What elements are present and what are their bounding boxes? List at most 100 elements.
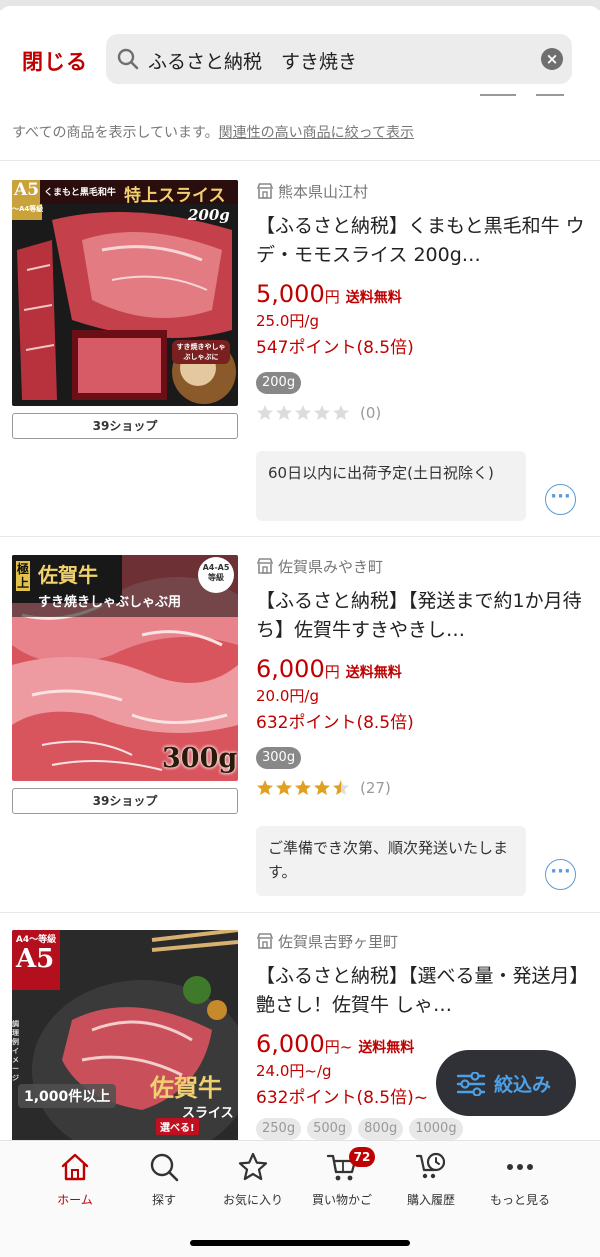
price: 5,000 <box>256 280 325 308</box>
star-rating <box>256 779 350 797</box>
product-title[interactable]: 【ふるさと納税】くまもと黒毛和牛 ウデ・モモスライス 200g… <box>256 212 586 270</box>
star-icon <box>276 780 292 795</box>
image-side-note: 調理例イメージ <box>12 1020 19 1082</box>
rating-row[interactable]: (27) <box>256 779 586 797</box>
image-brand: くまもと黒毛和牛 <box>44 188 116 198</box>
image-caption: すき焼きやしゃぶしゃぶに <box>172 340 230 364</box>
tab-home[interactable]: ホーム <box>30 1151 120 1211</box>
tab-more[interactable]: もっと見る <box>475 1151 565 1211</box>
store-icon <box>256 933 274 949</box>
filter-label: 絞込み <box>494 1074 552 1096</box>
points: 632ポイント(8.5倍) <box>256 713 414 733</box>
sheet-handle-area <box>0 0 600 16</box>
close-button[interactable]: 閉じる <box>22 46 88 76</box>
product-title[interactable]: 【ふるさと納税】【選べる量・発送月】艶さし！佐賀牛 しゃ… <box>256 962 586 1020</box>
weight-chip[interactable]: 800g <box>358 1118 404 1140</box>
home-icon <box>61 1153 89 1181</box>
price-unit: 円 <box>324 288 340 306</box>
cart-count-badge: 72 <box>349 1147 375 1167</box>
product-image[interactable]: A4〜等級 A5 調理例イメージ 1,000件以上 佐賀牛 スライス 選べる! <box>12 930 238 1140</box>
search-header: 閉じる ふるさと納税 すき焼き × <box>0 18 600 98</box>
search-input[interactable]: ふるさと納税 すき焼き × <box>106 34 572 84</box>
product-title[interactable]: 【ふるさと納税】【発送まで約1か月待ち】佐賀牛すきやきし… <box>256 587 586 645</box>
store-icon <box>256 558 274 574</box>
review-count: (27) <box>360 779 391 797</box>
tab-label: 探す <box>151 1193 176 1207</box>
tab-label: 購入履歴 <box>406 1193 455 1207</box>
price: 6,000 <box>256 1030 325 1058</box>
star-icon <box>238 1152 268 1181</box>
weight-chip[interactable]: 250g <box>256 1118 302 1140</box>
more-options-button[interactable]: ··· <box>545 859 576 890</box>
product-card[interactable]: 極上 佐賀牛 A4-A5等級 すき焼きしゃぶしゃぶ用 300g 39ショップ 佐… <box>0 555 600 930</box>
product-card[interactable]: A5 〜A4等級 くまもと黒毛和牛 特上スライス 200g すき焼きやしゃぶしゃ… <box>0 180 600 555</box>
unit-price: 25.0円/g <box>256 312 319 330</box>
seller[interactable]: 佐賀県吉野ヶ里町 <box>256 930 586 952</box>
filter-button[interactable]: 絞込み <box>436 1050 576 1116</box>
tab-label: お気に入り <box>222 1193 283 1207</box>
relevance-filter-link[interactable]: 関連性の高い商品に絞って表示 <box>219 125 414 141</box>
store-icon <box>256 183 274 199</box>
scrolled-content-edge <box>480 94 580 98</box>
shop-count-button[interactable]: 39ショップ <box>12 413 238 439</box>
image-grade: A4-A5等級 <box>202 563 230 582</box>
image-grade-sub: 〜A4等級 <box>12 205 44 213</box>
tab-cart[interactable]: 72 買い物かご <box>297 1147 387 1211</box>
search-icon <box>117 48 139 70</box>
product-image[interactable]: A5 〜A4等級 くまもと黒毛和牛 特上スライス 200g すき焼きやしゃぶしゃ… <box>12 180 238 406</box>
divider <box>0 912 600 913</box>
shipping-note: ご準備でき次第、順次発送いたします。 <box>256 826 526 896</box>
price-unit: 円 <box>324 1038 340 1056</box>
more-icon <box>507 1164 533 1170</box>
divider <box>0 536 600 537</box>
seller-name: 佐賀県吉野ヶ里町 <box>278 932 399 951</box>
tab-favorites[interactable]: お気に入り <box>208 1151 298 1211</box>
free-shipping-label: 送料無料 <box>345 665 402 681</box>
image-grade: A5 <box>14 180 40 200</box>
star-icon <box>295 405 311 420</box>
weight-options: 250g 500g 800g 1000g <box>256 1118 586 1140</box>
weight-tag: 200g <box>256 372 302 394</box>
image-headline: 特上スライス <box>124 186 226 206</box>
image-choose: 選べる! <box>156 1118 199 1135</box>
rating-row[interactable]: (0) <box>256 404 586 422</box>
image-brand: 佐賀牛 <box>150 1073 222 1102</box>
review-count: (0) <box>360 404 382 422</box>
weight-chip[interactable]: 1000g <box>409 1118 463 1140</box>
tab-label: ホーム <box>57 1193 93 1207</box>
price-row: 5,000 円 送料無料 <box>256 280 586 308</box>
free-shipping-label: 送料無料 <box>345 290 402 306</box>
shop-count-button[interactable]: 39ショップ <box>12 788 238 814</box>
tab-search[interactable]: 探す <box>119 1151 209 1211</box>
tab-purchase-history[interactable]: 購入履歴 <box>386 1151 476 1211</box>
more-options-button[interactable]: ··· <box>545 484 576 515</box>
seller-name: 佐賀県みやき町 <box>278 557 384 576</box>
price-row: 6,000 円 送料無料 <box>256 655 586 683</box>
seller[interactable]: 佐賀県みやき町 <box>256 555 586 577</box>
shipping-note: 60日以内に出荷予定(土日祝除く) <box>256 451 526 521</box>
weight-tag: 300g <box>256 747 302 769</box>
image-headline: すき焼きしゃぶしゃぶ用 <box>38 595 182 610</box>
seller[interactable]: 熊本県山江村 <box>256 180 586 202</box>
unit-price: 20.0円/g <box>256 687 319 705</box>
star-icon <box>333 405 349 420</box>
clear-search-icon[interactable]: × <box>541 48 563 70</box>
star-rating <box>256 404 350 422</box>
product-image[interactable]: 極上 佐賀牛 A4-A5等級 すき焼きしゃぶしゃぶ用 300g <box>12 555 238 781</box>
tab-label: 買い物かご <box>311 1193 372 1207</box>
image-count-badge: 1,000件以上 <box>18 1084 117 1108</box>
star-icon <box>257 405 273 420</box>
price-suffix: ~ <box>339 1038 353 1056</box>
image-weight: 200g <box>188 206 230 224</box>
search-notice: すべての商品を表示しています。関連性の高い商品に絞って表示 <box>12 122 414 142</box>
divider <box>0 160 600 161</box>
price: 6,000 <box>256 655 325 683</box>
star-icon <box>276 405 292 420</box>
free-shipping-label: 送料無料 <box>358 1040 415 1056</box>
filter-sliders-icon <box>456 1072 486 1096</box>
image-weight: 300g <box>162 743 238 774</box>
history-icon <box>415 1152 446 1179</box>
search-icon <box>150 1153 179 1182</box>
weight-chip[interactable]: 500g <box>307 1118 353 1140</box>
star-icon <box>257 780 273 795</box>
